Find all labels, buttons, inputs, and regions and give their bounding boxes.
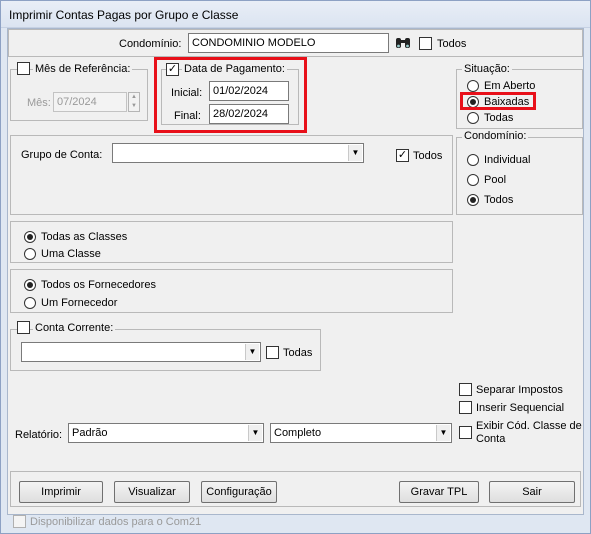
conta-corrente-todas-checkbox[interactable] [266, 346, 279, 359]
chevron-down-icon[interactable]: ▼ [248, 425, 262, 441]
mes-label: Mês: [27, 97, 51, 109]
imprimir-button[interactable]: Imprimir [19, 481, 103, 503]
condominio-todos-label: Todos [437, 38, 467, 50]
dialog-client-area: Condomínio: CONDOMINIO MODELO Todos Mês … [7, 28, 584, 515]
chevron-down-icon[interactable]: ▼ [436, 425, 450, 441]
conta-corrente-select[interactable]: ▼ [21, 342, 261, 362]
highlight-data-pagamento [154, 57, 307, 133]
mes-spinner[interactable]: ▲ ▼ [128, 92, 140, 112]
situacao-todas-radio[interactable] [467, 112, 479, 124]
mes-referencia-checkbox[interactable] [17, 62, 30, 75]
uma-classe-radio[interactable] [24, 248, 36, 260]
conta-corrente-todas-label: Todas [283, 347, 313, 359]
separar-impostos-checkbox[interactable] [459, 383, 472, 396]
exibir-cod-classe-label-line1: Exibir Cód. Classe de [476, 420, 582, 432]
todos-fornecedores-radio[interactable] [24, 279, 36, 291]
highlight-baixadas [460, 92, 536, 110]
mes-input[interactable]: 07/2024 [53, 92, 127, 112]
condominio-input[interactable]: CONDOMINIO MODELO [188, 33, 389, 53]
grupo-conta-select[interactable]: ▼ [112, 143, 364, 163]
relatorio-value: Padrão [72, 427, 108, 439]
condominio-pool-label: Pool [484, 174, 507, 186]
inserir-sequencial-label: Inserir Sequencial [476, 402, 565, 414]
relatorio-label: Relatório: [15, 429, 63, 441]
condominio-individual-label: Individual [484, 154, 531, 166]
grupo-conta-label: Grupo de Conta: [21, 149, 103, 161]
condominio-todos-radio-label: Todos [484, 194, 514, 206]
um-fornecedor-radio[interactable] [24, 297, 36, 309]
conta-corrente-label: Conta Corrente: [33, 322, 116, 334]
condominio-label: Condomínio: [119, 38, 182, 50]
uma-classe-label: Uma Classe [41, 248, 101, 260]
situacao-todas-label: Todas [484, 112, 514, 124]
window-title: Imprimir Contas Pagas por Grupo e Classe [9, 8, 239, 22]
chevron-down-icon[interactable]: ▼ [245, 344, 259, 360]
condominio-pool-radio[interactable] [467, 174, 479, 186]
grupo-conta-todos-checkbox[interactable]: ✓ [396, 149, 409, 162]
mes-referencia-label: Mês de Referência: [33, 63, 133, 75]
condominio-row: Condomínio: CONDOMINIO MODELO Todos [8, 29, 583, 57]
condominio-todos-checkbox[interactable] [419, 37, 432, 50]
binoculars-icon[interactable] [394, 34, 412, 52]
todas-classes-radio[interactable] [24, 231, 36, 243]
grupo-conta-todos-label: Todos [413, 150, 443, 162]
um-fornecedor-label: Um Fornecedor [41, 297, 118, 309]
relatorio-tipo-value: Completo [274, 427, 322, 439]
relatorio-select[interactable]: Padrão ▼ [68, 423, 264, 443]
situacao-em-aberto-radio[interactable] [467, 80, 479, 92]
com21-label: Disponibilizar dados para o Com21 [30, 516, 202, 528]
separar-impostos-label: Separar Impostos [476, 384, 563, 396]
todas-classes-label: Todas as Classes [41, 231, 128, 243]
chevron-down-icon[interactable]: ▼ [348, 145, 362, 161]
gravar-tpl-button[interactable]: Gravar TPL [399, 481, 479, 503]
exibir-cod-classe-checkbox[interactable] [459, 426, 472, 439]
print-dialog-window: Imprimir Contas Pagas por Grupo e Classe… [0, 0, 591, 534]
conta-corrente-checkbox[interactable] [17, 321, 30, 334]
com21-checkbox[interactable] [13, 515, 26, 528]
situacao-em-aberto-label: Em Aberto [484, 80, 536, 92]
condominio-individual-radio[interactable] [467, 154, 479, 166]
todos-fornecedores-label: Todos os Fornecedores [41, 279, 156, 291]
condominio-tipo-label: Condomínio: [462, 130, 529, 142]
sair-button[interactable]: Sair [489, 481, 575, 503]
exibir-cod-classe-label-line2: Conta [476, 433, 506, 445]
relatorio-tipo-select[interactable]: Completo ▼ [270, 423, 452, 443]
situacao-label: Situação: [462, 63, 512, 75]
visualizar-button[interactable]: Visualizar [114, 481, 190, 503]
inserir-sequencial-checkbox[interactable] [459, 401, 472, 414]
condominio-todos-radio[interactable] [467, 194, 479, 206]
title-bar: Imprimir Contas Pagas por Grupo e Classe [1, 1, 590, 28]
configuracao-button[interactable]: Configuração [201, 481, 277, 503]
